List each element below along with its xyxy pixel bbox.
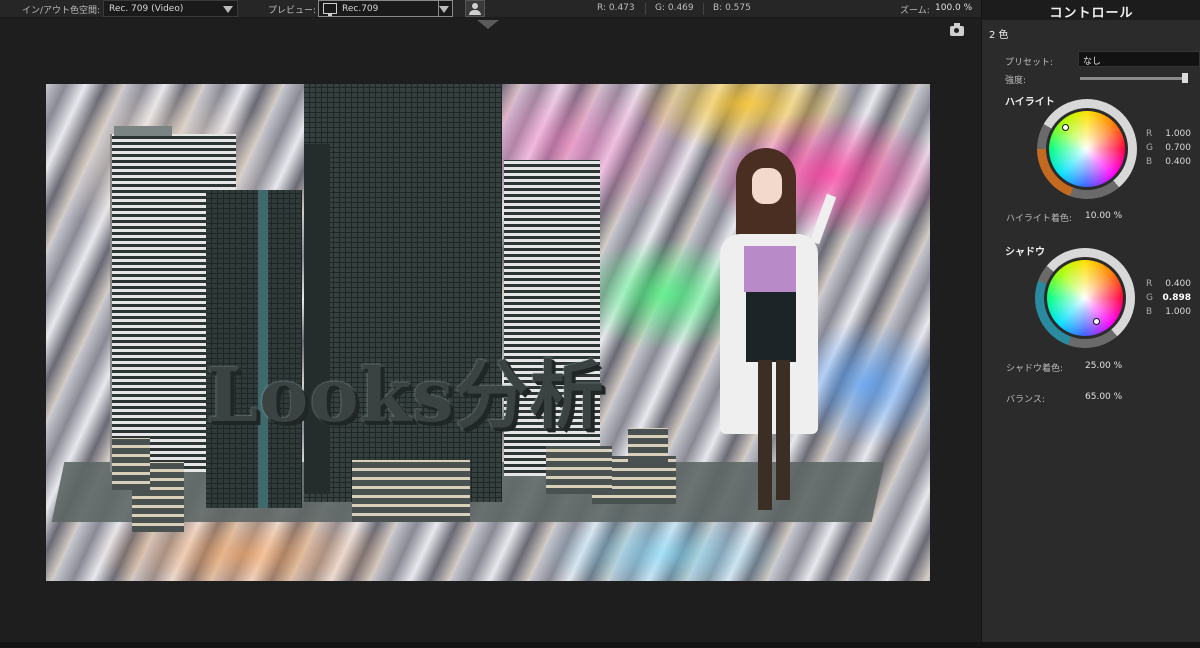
- arm: [809, 193, 837, 245]
- looks-title-text: Looks分析: [206, 353, 605, 439]
- shadow-color-wheel[interactable]: [1035, 248, 1135, 348]
- chevron-down-icon: [439, 6, 449, 13]
- low-building: [352, 460, 470, 522]
- inout-colorspace-select[interactable]: Rec. 709 (Video): [103, 0, 238, 17]
- preview-colorspace-select[interactable]: Rec.709: [318, 0, 453, 17]
- status-bar: [0, 642, 1200, 648]
- camera-icon[interactable]: [950, 23, 964, 36]
- highlight-hue-wheel[interactable]: [1049, 111, 1125, 187]
- low-building: [112, 438, 150, 490]
- blouse: [744, 246, 796, 292]
- g-readout: G: 0.469: [655, 3, 694, 13]
- balance-label: バランス:: [1006, 395, 1045, 405]
- panel-collapse-icon[interactable]: [477, 20, 499, 29]
- person-head: [472, 3, 478, 9]
- inout-colorspace-value: Rec. 709 (Video): [109, 4, 184, 14]
- highlight-g-value[interactable]: 0.700: [1155, 143, 1191, 153]
- chevron-down-icon: [223, 6, 233, 13]
- low-building: [546, 446, 612, 494]
- preset-value: なし: [1083, 57, 1102, 67]
- strength-slider[interactable]: [1080, 77, 1188, 80]
- building-top: [114, 126, 172, 136]
- r-readout: R: 0.473: [597, 3, 635, 13]
- low-building: [628, 428, 668, 462]
- shadow-b-value[interactable]: 1.000: [1155, 307, 1191, 317]
- highlight-tint-label: ハイライト着色:: [1006, 214, 1072, 224]
- shadow-r-value[interactable]: 0.400: [1155, 279, 1191, 289]
- shadow-r-label: R: [1146, 279, 1153, 289]
- viewer-toolbar: イン/アウト色空間: Rec. 709 (Video) プレビュー: Rec.7…: [0, 0, 981, 18]
- preview-label: プレビュー:: [268, 6, 317, 16]
- shadow-g-value[interactable]: 0.898: [1155, 293, 1191, 303]
- b-readout: B: 0.575: [713, 3, 751, 13]
- divider: [645, 3, 646, 15]
- leg: [776, 360, 790, 500]
- person-icon[interactable]: [465, 0, 485, 17]
- strength-slider-handle[interactable]: [1182, 73, 1188, 83]
- person-body: [469, 10, 481, 15]
- highlight-b-value[interactable]: 0.400: [1155, 157, 1191, 167]
- inout-colorspace-label: イン/アウト色空間:: [22, 6, 101, 16]
- highlight-g-label: G: [1146, 143, 1153, 153]
- skirt: [746, 292, 796, 362]
- highlight-wheel-marker[interactable]: [1062, 124, 1069, 131]
- monitor-icon: [323, 3, 337, 16]
- leg: [758, 360, 772, 510]
- shadow-hue-wheel[interactable]: [1047, 260, 1123, 336]
- panel-title: コントロール: [982, 0, 1200, 21]
- preview-image: Looks分析: [46, 84, 930, 581]
- highlight-r-value[interactable]: 1.000: [1155, 129, 1191, 139]
- shadow-g-label: G: [1146, 293, 1153, 303]
- zoom-label: ズーム:: [900, 6, 930, 16]
- highlight-tint-value[interactable]: 10.00 %: [1085, 211, 1122, 221]
- balance-value[interactable]: 65.00 %: [1085, 392, 1122, 402]
- mode-label: 2 色: [989, 30, 1009, 41]
- shadow-tint-value[interactable]: 25.00 %: [1085, 361, 1122, 371]
- shadow-wheel-marker[interactable]: [1093, 318, 1100, 325]
- highlight-r-label: R: [1146, 129, 1153, 139]
- preview-colorspace-value: Rec.709: [342, 4, 379, 14]
- highlight-heading: ハイライト: [1005, 97, 1055, 108]
- shadow-tint-label: シャドウ着色:: [1006, 364, 1064, 374]
- highlight-b-label: B: [1146, 157, 1153, 167]
- preset-select[interactable]: なし: [1078, 51, 1200, 67]
- shadow-heading: シャドウ: [1005, 247, 1045, 258]
- face: [752, 168, 782, 204]
- shadow-b-label: B: [1146, 307, 1153, 317]
- highlight-color-wheel[interactable]: [1037, 99, 1137, 199]
- strength-label: 強度:: [1005, 76, 1027, 86]
- divider: [703, 3, 704, 15]
- character-illustration: [706, 138, 846, 538]
- preset-label: プリセット:: [1005, 58, 1054, 68]
- zoom-value[interactable]: 100.0 %: [935, 3, 972, 13]
